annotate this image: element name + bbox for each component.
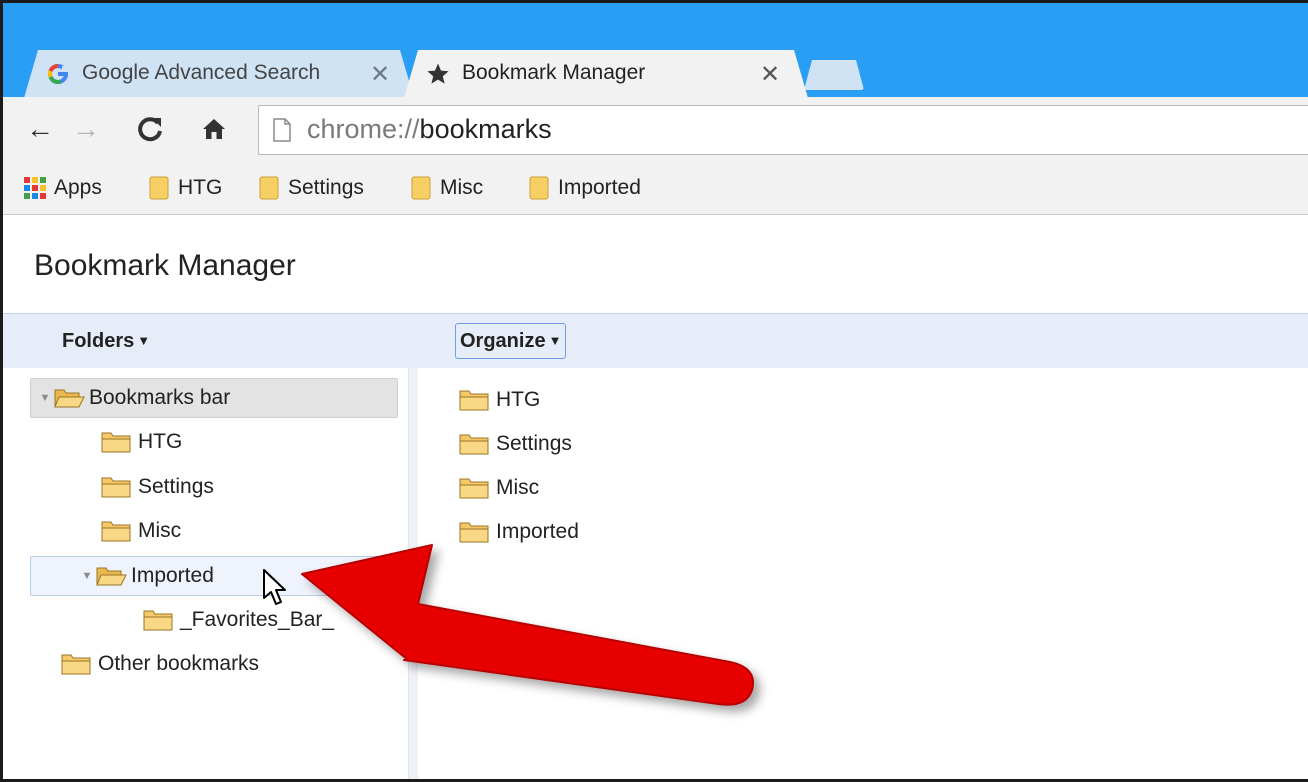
window-titlebar: Google Advanced Search ✕ Bookmark Manage… bbox=[0, 0, 1308, 98]
tree-item-bookmarks-bar[interactable]: ▼ Bookmarks bar bbox=[30, 378, 398, 418]
apps-dot bbox=[32, 193, 38, 199]
list-item[interactable]: Imported bbox=[458, 514, 579, 550]
folder-icon bbox=[101, 432, 131, 453]
address-url: chrome://bookmarks bbox=[307, 114, 552, 145]
organize-menu-label: Organize bbox=[460, 330, 546, 352]
bookmark-folder-icon bbox=[411, 176, 431, 200]
folder-icon bbox=[101, 521, 131, 542]
folder-icon bbox=[459, 390, 489, 411]
bookmark-folder-icon bbox=[149, 176, 169, 200]
tab-google-advanced-search[interactable]: Google Advanced Search ✕ bbox=[24, 50, 414, 98]
page-icon bbox=[273, 118, 291, 142]
star-icon bbox=[426, 62, 450, 86]
bookmark-folder-icon bbox=[259, 176, 279, 200]
url-host: bookmarks bbox=[419, 114, 552, 144]
folder-icon bbox=[459, 522, 489, 543]
caret-down-icon: ▼ bbox=[548, 333, 562, 348]
tab-title: Bookmark Manager bbox=[462, 61, 646, 84]
address-bar[interactable]: chrome://bookmarks bbox=[258, 105, 1308, 155]
tab-close-icon[interactable]: ✕ bbox=[370, 60, 390, 89]
caret-down-icon: ▼ bbox=[137, 333, 151, 348]
reload-icon[interactable] bbox=[132, 111, 168, 147]
command-bar: Folders ▼ Organize ▼ bbox=[0, 313, 1308, 368]
bookmark-list: HTG Settings Misc Imported bbox=[418, 368, 1308, 782]
google-g-icon bbox=[46, 62, 70, 86]
tree-item-label: Imported bbox=[131, 564, 214, 587]
tree-item-label: _Favorites_Bar_ bbox=[180, 608, 335, 631]
apps-dot bbox=[24, 177, 30, 183]
page-header: Bookmark Manager bbox=[0, 215, 1308, 313]
new-tab-button[interactable] bbox=[804, 60, 864, 90]
list-item-label: Settings bbox=[496, 432, 572, 455]
list-item-label: Imported bbox=[496, 520, 579, 543]
tree-item-other-bookmarks[interactable]: Other bookmarks bbox=[60, 644, 259, 684]
bookmark-folder-misc[interactable]: Misc bbox=[410, 173, 483, 203]
bookmark-folder-settings[interactable]: Settings bbox=[258, 173, 364, 203]
bookmark-label: Settings bbox=[288, 176, 364, 199]
apps-dot bbox=[32, 185, 38, 191]
forward-arrow-icon[interactable]: → bbox=[68, 111, 104, 147]
folders-menu-label: Folders bbox=[62, 330, 135, 352]
page-title: Bookmark Manager bbox=[34, 249, 296, 282]
bookmark-apps[interactable]: Apps bbox=[24, 173, 102, 203]
bookmark-folder-icon bbox=[529, 176, 549, 200]
list-item-label: Misc bbox=[496, 476, 540, 499]
bookmark-folder-imported[interactable]: Imported bbox=[528, 173, 641, 203]
mouse-cursor-icon bbox=[263, 569, 286, 605]
tree-item-misc[interactable]: Misc bbox=[100, 511, 181, 551]
folder-icon bbox=[61, 654, 91, 675]
bookmark-label: HTG bbox=[178, 176, 223, 199]
apps-dot bbox=[24, 185, 30, 191]
pane-splitter[interactable] bbox=[408, 368, 418, 782]
tab-close-icon[interactable]: ✕ bbox=[760, 60, 780, 89]
tree-item-settings[interactable]: Settings bbox=[100, 467, 214, 507]
folders-menu-button[interactable]: Folders ▼ bbox=[62, 330, 150, 353]
list-item[interactable]: Settings bbox=[458, 426, 572, 462]
organize-menu-button[interactable]: Organize ▼ bbox=[455, 323, 567, 359]
tree-item-htg[interactable]: HTG bbox=[100, 422, 182, 462]
apps-dot bbox=[40, 177, 46, 183]
list-item-label: HTG bbox=[496, 388, 541, 411]
tree-item-label: Bookmarks bar bbox=[89, 386, 231, 409]
list-item[interactable]: Misc bbox=[458, 470, 539, 506]
open-folder-icon bbox=[96, 567, 127, 586]
open-folder-icon bbox=[54, 389, 85, 408]
back-arrow-icon[interactable]: ← bbox=[22, 111, 58, 147]
list-item[interactable]: HTG bbox=[458, 382, 540, 418]
folder-icon bbox=[459, 434, 489, 455]
folder-tree: ▼ Bookmarks bar HTG Settings Misc ▼ Impo… bbox=[0, 368, 408, 782]
tree-item-imported[interactable]: ▼ Imported bbox=[30, 556, 398, 596]
bookmark-label: Imported bbox=[558, 176, 641, 199]
tree-item-label: Settings bbox=[138, 475, 214, 498]
tab-bookmark-manager[interactable]: Bookmark Manager ✕ bbox=[404, 50, 808, 98]
apps-grid-icon bbox=[24, 177, 46, 199]
tree-item-label: HTG bbox=[138, 430, 183, 453]
bookmark-label: Apps bbox=[54, 176, 102, 199]
browser-toolbar: ← → chrome://bookmarks bbox=[0, 97, 1308, 163]
expander-icon[interactable]: ▼ bbox=[37, 392, 53, 404]
home-icon[interactable] bbox=[196, 111, 232, 147]
apps-dot bbox=[24, 193, 30, 199]
tree-item-favorites-bar[interactable]: _Favorites_Bar_ bbox=[142, 600, 334, 640]
folder-icon bbox=[101, 477, 131, 498]
apps-dot bbox=[40, 185, 46, 191]
folder-icon bbox=[459, 478, 489, 499]
tab-title: Google Advanced Search bbox=[82, 61, 321, 84]
tree-item-label: Misc bbox=[138, 519, 182, 542]
apps-dot bbox=[32, 177, 38, 183]
url-scheme: chrome:// bbox=[307, 114, 420, 144]
tree-item-label: Other bookmarks bbox=[98, 652, 260, 675]
bookmark-folder-htg[interactable]: HTG bbox=[148, 173, 222, 203]
folder-icon bbox=[143, 610, 173, 631]
bookmarks-bar: Apps HTG Settings Misc Imported bbox=[0, 163, 1308, 215]
apps-dot bbox=[40, 193, 46, 199]
expander-icon[interactable]: ▼ bbox=[79, 570, 95, 582]
bookmark-label: Misc bbox=[440, 176, 484, 199]
